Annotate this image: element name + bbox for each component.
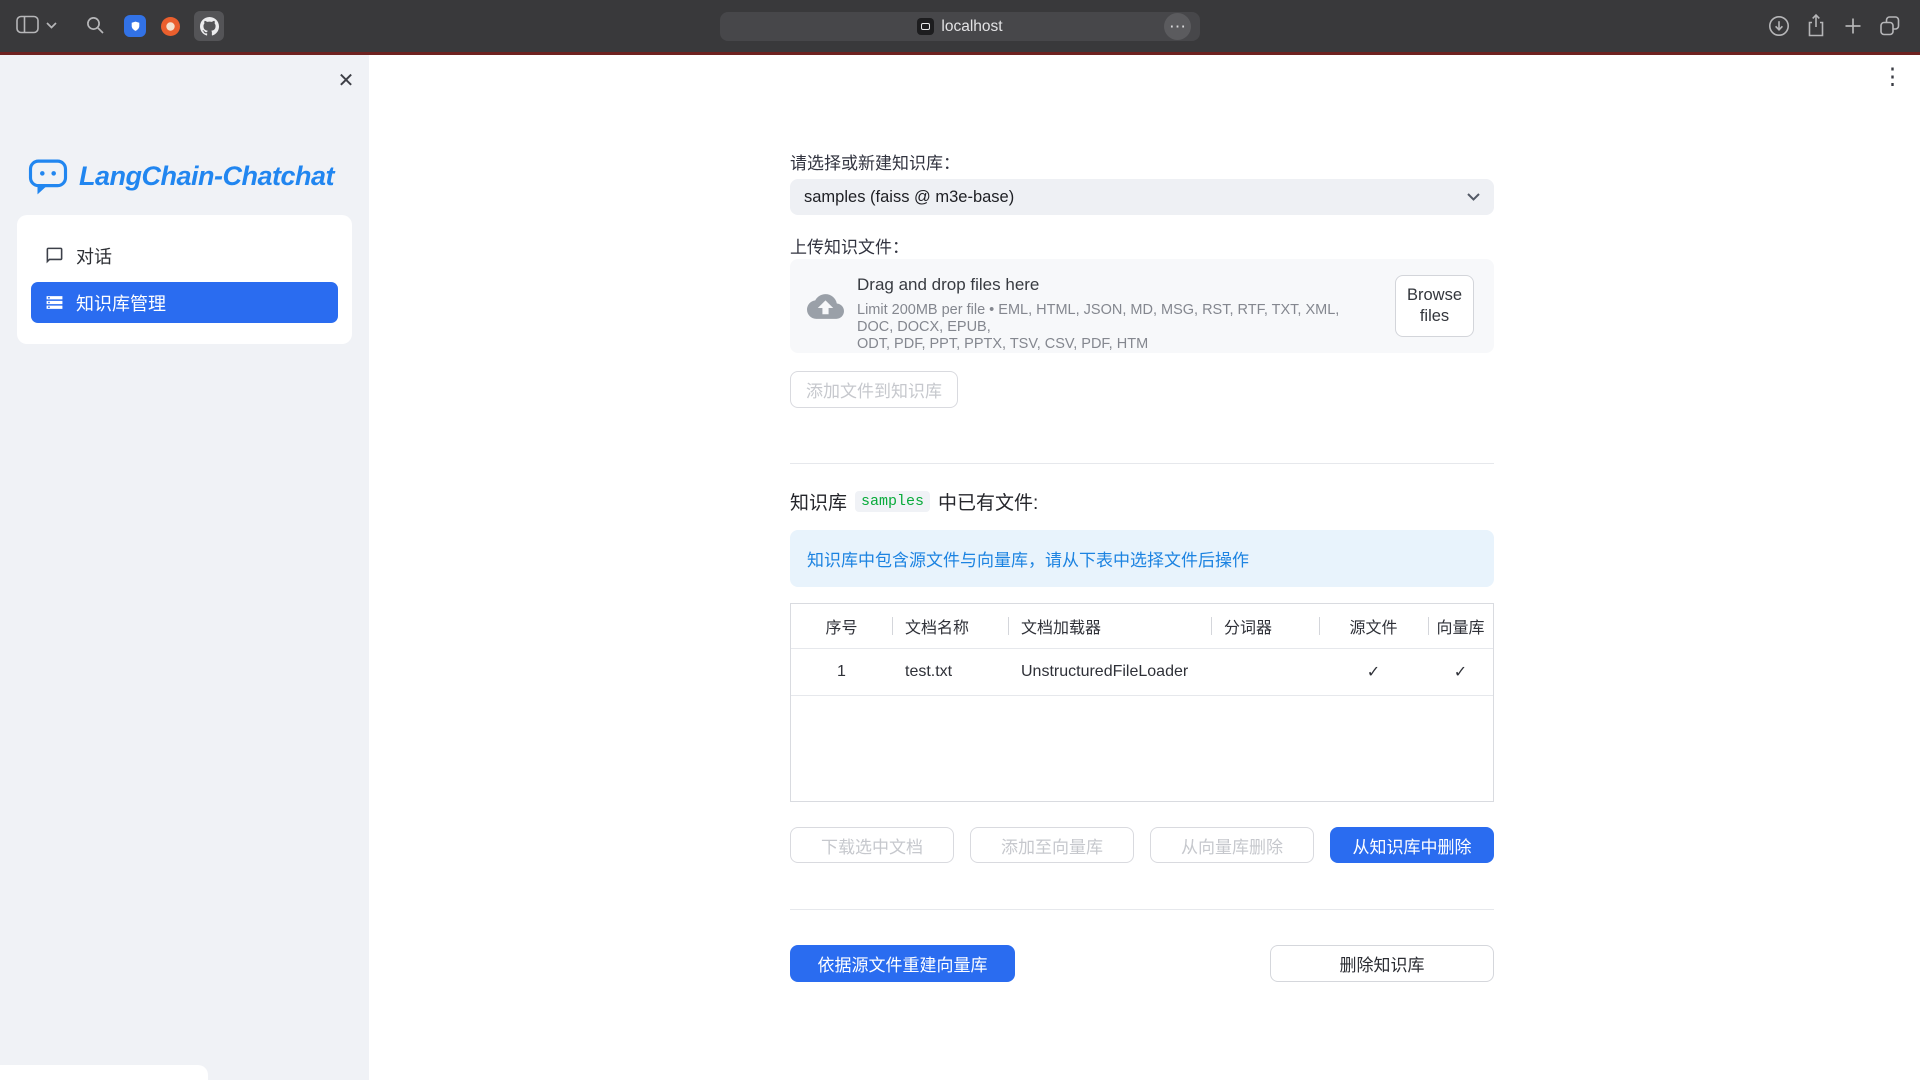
col-header-source[interactable]: 源文件	[1319, 604, 1428, 648]
app-menu-button[interactable]: ⋮	[1881, 63, 1904, 90]
downloads-button[interactable]	[1768, 15, 1790, 37]
col-header-loader[interactable]: 文档加载器	[1008, 604, 1211, 648]
sidebar-item-label: 知识库管理	[76, 290, 166, 316]
upload-label: 上传知识文件：	[790, 233, 909, 258]
sidebar-toggle-button[interactable]	[16, 15, 40, 34]
browser-toolbar: localhost ⋯	[0, 0, 1920, 52]
delete-kb-button[interactable]: 删除知识库	[1270, 945, 1494, 982]
cell-loader: UnstructuredFileLoader	[1008, 649, 1211, 695]
remove-from-vector-button[interactable]: 从向量库删除	[1150, 827, 1314, 863]
files-table: 序号 文档名称 文档加载器 分词器 源文件 向量库 1 test.txt Uns…	[790, 603, 1494, 802]
sidebar-toggle-icon	[16, 15, 40, 34]
new-tab-button[interactable]	[1844, 17, 1862, 35]
status-bubble	[0, 1065, 208, 1080]
close-icon: ✕	[338, 70, 355, 92]
page: ✕ LangChain-Chatchat 对话 知识库	[0, 55, 1920, 1080]
extension-icon-orange-circle[interactable]	[159, 15, 181, 37]
github-extension-icon[interactable]	[194, 11, 224, 41]
dropzone-text: Drag and drop files here Limit 200MB per…	[857, 275, 1377, 353]
search-button[interactable]	[85, 15, 106, 36]
site-favicon	[917, 18, 934, 35]
kb-select[interactable]: samples (faiss @ m3e-base)	[790, 179, 1494, 215]
cloud-upload-icon	[807, 288, 844, 325]
share-icon	[1805, 13, 1827, 38]
chevron-down-icon	[46, 22, 57, 29]
info-banner: 知识库中包含源文件与向量库，请从下表中选择文件后操作	[790, 530, 1494, 587]
cell-name: test.txt	[892, 649, 1008, 695]
logo-chat-icon	[27, 155, 69, 197]
knowledge-base-icon	[45, 293, 64, 312]
table-header-row: 序号 文档名称 文档加载器 分词器 源文件 向量库	[791, 604, 1493, 649]
extension-icon-blue-shield[interactable]	[124, 15, 146, 37]
cell-source-check: ✓	[1319, 649, 1428, 695]
col-header-vector[interactable]: 向量库	[1428, 604, 1493, 648]
chevron-down-icon	[1467, 193, 1480, 201]
sidebar-item-label: 对话	[76, 243, 112, 269]
cell-index: 1	[791, 649, 892, 695]
address-bar[interactable]: localhost	[720, 12, 1200, 41]
logo-text: LangChain-Chatchat	[79, 161, 334, 192]
dropzone-limit: Limit 200MB per file • EML, HTML, JSON, …	[857, 302, 1377, 353]
tabs-icon	[1879, 15, 1901, 37]
app-logo: LangChain-Chatchat	[27, 155, 334, 197]
col-header-index[interactable]: 序号	[791, 604, 892, 648]
search-icon	[85, 15, 106, 36]
tab-overview-button[interactable]	[1879, 15, 1901, 37]
table-row[interactable]: 1 test.txt UnstructuredFileLoader ✓ ✓	[791, 649, 1493, 696]
delete-from-kb-button[interactable]: 从知识库中删除	[1330, 827, 1494, 863]
kb-select-label: 请选择或新建知识库：	[790, 149, 960, 174]
sidebar: ✕ LangChain-Chatchat 对话 知识库	[0, 55, 369, 1080]
kebab-icon: ⋮	[1881, 63, 1904, 89]
sidebar-item-chat[interactable]: 对话	[31, 235, 338, 276]
rebuild-vector-store-button[interactable]: 依据源文件重建向量库	[790, 945, 1015, 982]
kb-name-code: samples	[855, 491, 930, 512]
streamlit-decoration-bar	[0, 52, 1920, 55]
share-button[interactable]	[1805, 13, 1827, 38]
file-dropzone[interactable]: Drag and drop files here Limit 200MB per…	[790, 259, 1494, 353]
cell-vector-check: ✓	[1428, 649, 1493, 695]
close-sidebar-button[interactable]: ✕	[332, 66, 360, 94]
kb-files-heading: 知识库 samples 中已有文件:	[790, 488, 1038, 515]
add-to-kb-button[interactable]: 添加文件到知识库	[790, 371, 958, 408]
sidebar-item-kb-management[interactable]: 知识库管理	[31, 282, 338, 323]
divider	[790, 909, 1494, 910]
ellipsis-icon: ⋯	[1169, 17, 1186, 36]
download-icon	[1768, 15, 1790, 37]
chat-bubble-icon	[45, 246, 64, 265]
file-actions: 下载选中文档 添加至向量库 从向量库删除 从知识库中删除	[790, 827, 1494, 863]
col-header-name[interactable]: 文档名称	[892, 604, 1008, 648]
kb-select-value: samples (faiss @ m3e-base)	[804, 188, 1467, 207]
download-selected-button[interactable]: 下载选中文档	[790, 827, 954, 863]
col-header-splitter[interactable]: 分词器	[1211, 604, 1319, 648]
plus-icon	[1844, 17, 1862, 35]
divider	[790, 463, 1494, 464]
main-content: ⋮ 请选择或新建知识库： samples (faiss @ m3e-base) …	[369, 55, 1920, 1080]
url-text: localhost	[941, 18, 1002, 36]
browse-files-button[interactable]: Browse files	[1395, 275, 1474, 337]
sidebar-toggle-chevron[interactable]	[46, 22, 57, 29]
add-to-vector-button[interactable]: 添加至向量库	[970, 827, 1134, 863]
extensions-menu-button[interactable]: ⋯	[1164, 13, 1191, 40]
sidebar-nav: 对话 知识库管理	[17, 215, 352, 344]
dropzone-title: Drag and drop files here	[857, 275, 1377, 295]
cell-splitter	[1211, 649, 1319, 695]
